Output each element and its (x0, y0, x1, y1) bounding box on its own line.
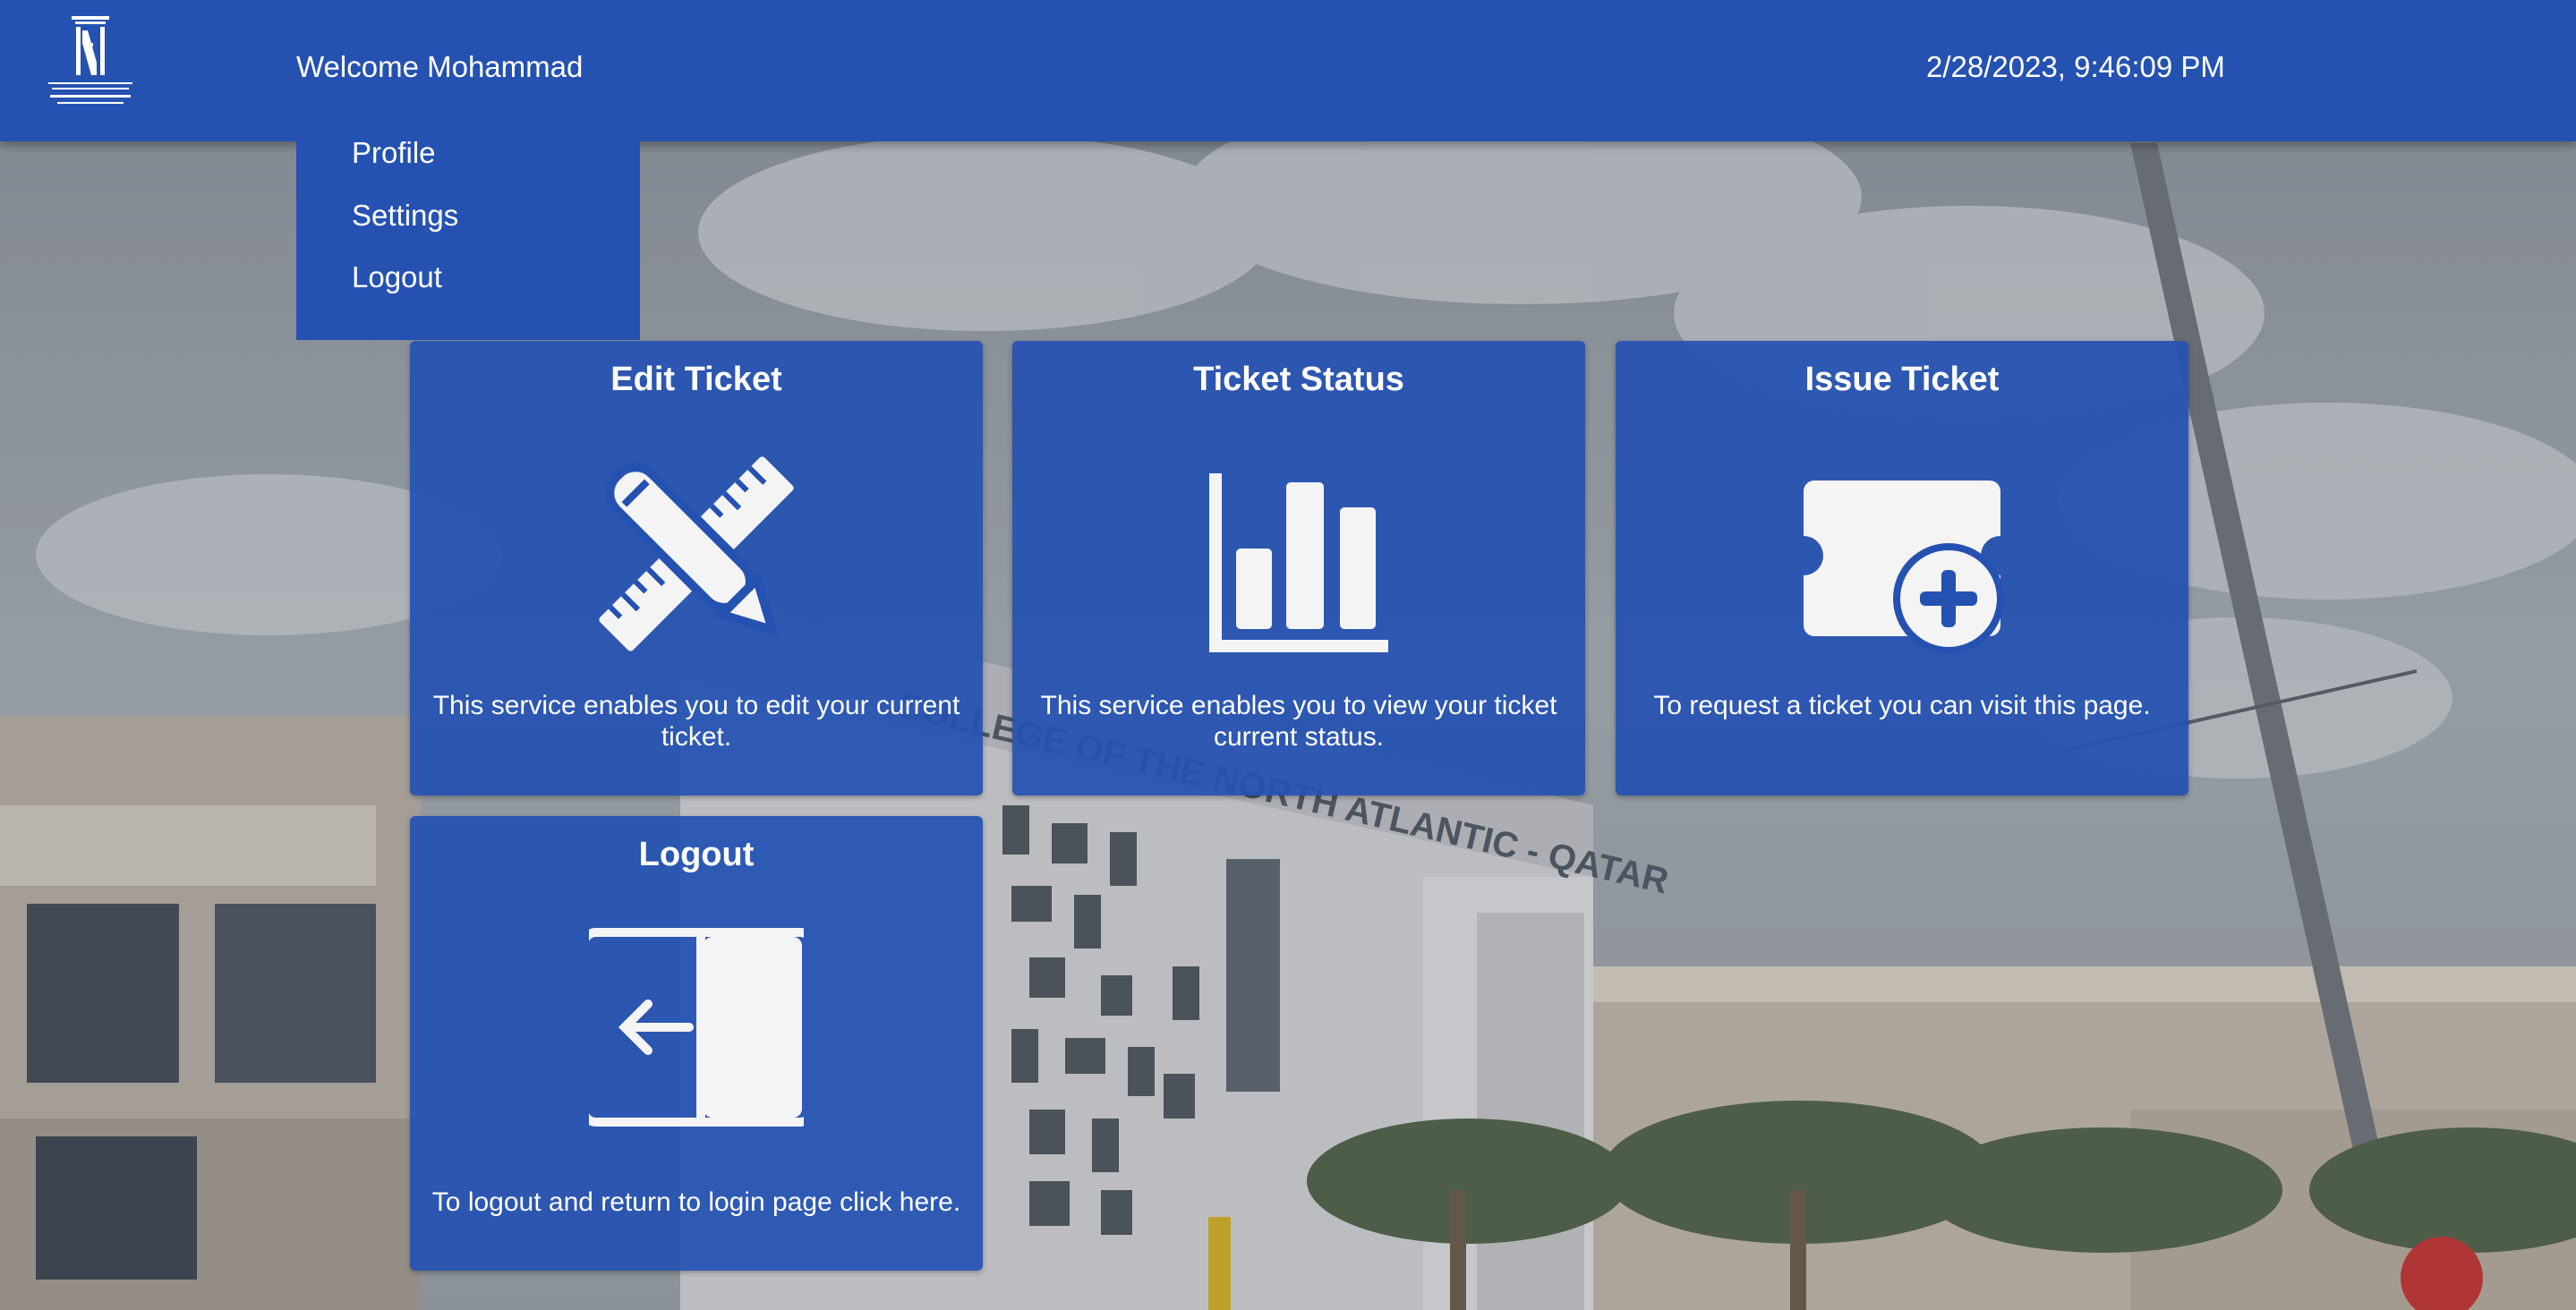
card-title: Edit Ticket (610, 361, 782, 398)
ruler-pencil-icon (410, 447, 983, 666)
current-datetime: 2/28/2023, 9:46:09 PM (1926, 50, 2225, 83)
ticket-plus-icon (1616, 447, 2188, 666)
card-title: Ticket Status (1193, 361, 1404, 398)
card-title: Issue Ticket (1804, 361, 2000, 398)
welcome-user-menu-toggle[interactable]: Welcome Mohammad (296, 50, 583, 84)
card-description: To request a ticket you can visit this p… (1653, 691, 2151, 720)
card-edit-ticket[interactable]: Edit Ticket This service enables you to … (410, 341, 983, 795)
card-logout[interactable]: Logout To logout and return to login pag… (410, 816, 983, 1271)
bar-chart-icon (1012, 447, 1585, 666)
menu-item-settings[interactable]: Settings (352, 199, 458, 233)
menu-item-logout[interactable]: Logout (352, 260, 442, 294)
user-dropdown-menu: Profile Settings Logout (296, 98, 640, 340)
card-description: This service enables you to view your ti… (1040, 691, 1557, 752)
logout-panel-icon (410, 922, 983, 1141)
university-logo[interactable] (45, 13, 136, 113)
card-title: Logout (638, 836, 755, 873)
menu-item-profile[interactable]: Profile (352, 136, 436, 170)
card-ticket-status[interactable]: Ticket Status This service enables you t… (1012, 341, 1585, 795)
card-issue-ticket[interactable]: Issue Ticket To request a ticket you can… (1616, 341, 2188, 795)
card-description: To logout and return to login page click… (431, 1187, 961, 1217)
card-description: This service enables you to edit your cu… (432, 691, 960, 752)
